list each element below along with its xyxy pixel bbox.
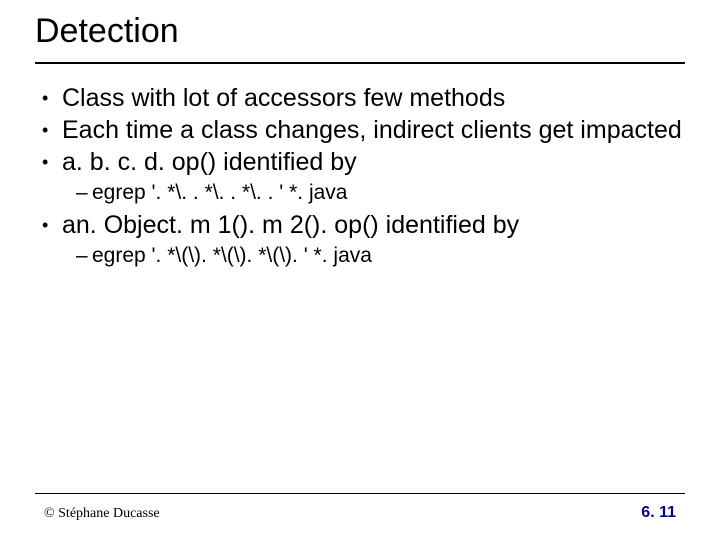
sub-bullet-item: – egrep '. *\(\). *\(\). *\(\). ' *. jav…: [42, 243, 690, 270]
footer-author: © Stéphane Ducasse: [44, 506, 160, 522]
footer-page-number: 6. 11: [641, 504, 676, 522]
slide: Detection • Class with lot of accessors …: [0, 0, 720, 540]
bullet-item: • Class with lot of accessors few method…: [42, 82, 690, 114]
title-divider: [35, 62, 685, 64]
bullet-item: • a. b. c. d. op() identified by: [42, 146, 690, 178]
sub-bullet-text: egrep '. *\(\). *\(\). *\(\). ' *. java: [92, 243, 690, 270]
sub-bullet-item: – egrep '. *\. . *\. . *\. . ' *. java: [42, 180, 690, 207]
bullet-text: a. b. c. d. op() identified by: [62, 146, 690, 178]
bullet-dot-icon: •: [42, 146, 62, 177]
dash-icon: –: [76, 243, 92, 270]
slide-body: • Class with lot of accessors few method…: [42, 82, 690, 272]
dash-icon: –: [76, 180, 92, 207]
bullet-dot-icon: •: [42, 114, 62, 145]
bullet-item: • Each time a class changes, indirect cl…: [42, 114, 690, 146]
bullet-dot-icon: •: [42, 82, 62, 113]
bullet-text: Each time a class changes, indirect clie…: [62, 114, 690, 146]
sub-bullet-text: egrep '. *\. . *\. . *\. . ' *. java: [92, 180, 690, 207]
bullet-dot-icon: •: [42, 209, 62, 240]
bullet-item: • an. Object. m 1(). m 2(). op() identif…: [42, 209, 690, 241]
slide-title: Detection: [35, 12, 179, 51]
bullet-text: an. Object. m 1(). m 2(). op() identifie…: [62, 209, 690, 241]
footer-divider: [35, 493, 685, 494]
bullet-text: Class with lot of accessors few methods: [62, 82, 690, 114]
